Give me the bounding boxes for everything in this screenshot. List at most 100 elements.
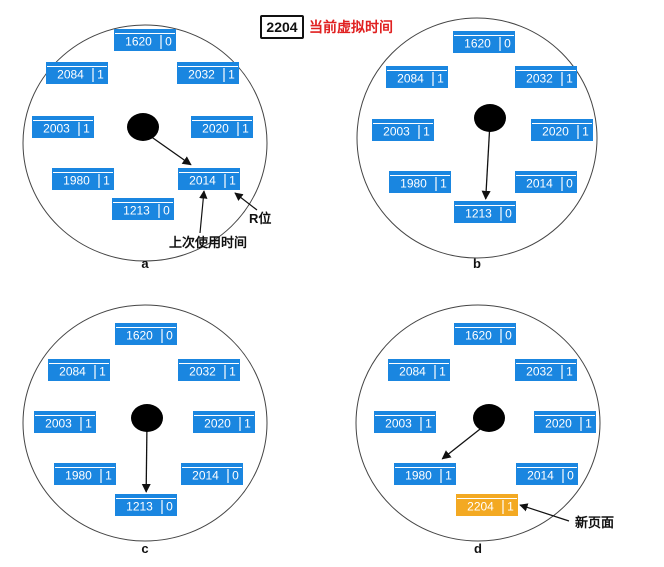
page-time: 2032 [189, 365, 216, 379]
clock-hand [141, 421, 151, 493]
page-r-bit: 0 [505, 329, 512, 343]
page-time: 2020 [204, 417, 231, 431]
page-frame: 1213 0 [112, 198, 174, 220]
page-time: 2084 [397, 72, 424, 86]
page-frame: 2020 1 [531, 119, 593, 141]
page-r-bit: 1 [423, 125, 430, 139]
page-r-bit: 1 [97, 68, 104, 82]
page-r-bit: 1 [437, 72, 444, 86]
clock-circle [22, 24, 268, 262]
page-time: 2003 [43, 122, 70, 136]
page-r-bit: 1 [445, 469, 452, 483]
panel-caption: a [141, 256, 149, 271]
page-frame: 2084 1 [388, 359, 450, 381]
page-time: 1980 [405, 469, 432, 483]
page-r-bit: 0 [566, 177, 573, 191]
page-time: 2032 [526, 72, 553, 86]
panel-caption: d [474, 541, 482, 556]
page-frame: 2020 1 [534, 411, 596, 433]
page-r-bit: 1 [507, 500, 514, 514]
page-frame: 2084 1 [48, 359, 110, 381]
page-r-bit: 1 [229, 174, 236, 188]
page-time: 2003 [45, 417, 72, 431]
page-frame: 2003 1 [372, 119, 434, 141]
page-frame: 1980 1 [54, 463, 116, 485]
page-time: 2014 [192, 469, 219, 483]
page-r-bit: 0 [163, 204, 170, 218]
page-frame: 1980 1 [394, 463, 456, 485]
page-time: 1213 [126, 500, 153, 514]
page-time: 2020 [545, 417, 572, 431]
page-frame: 2014 0 [516, 463, 578, 485]
page-frame: 1213 0 [454, 201, 516, 223]
page-time: 1620 [125, 35, 152, 49]
page-r-bit: 1 [244, 417, 251, 431]
page-r-bit: 1 [440, 177, 447, 191]
page-time: 2084 [57, 68, 84, 82]
clock-hub [474, 104, 506, 132]
page-time: 2032 [526, 365, 553, 379]
page-time: 2020 [202, 122, 229, 136]
page-frame: 2032 1 [515, 359, 577, 381]
clock-diagram: 1620 02032 12020 12014 11213 01980 12003 12084 1… [22, 17, 614, 556]
page-frame: 2020 1 [193, 411, 255, 433]
page-frame: 2084 1 [386, 66, 448, 88]
page-r-bit: 0 [166, 329, 173, 343]
page-time: 2020 [542, 125, 569, 139]
page-frame: 2020 1 [191, 116, 253, 138]
page-frame: 1980 1 [389, 171, 451, 193]
page-time: 1620 [465, 329, 492, 343]
page-frame: 2003 1 [34, 411, 96, 433]
page-frame: 1620 0 [115, 323, 177, 345]
page-time: 2204 [467, 500, 494, 514]
page-r-bit: 1 [585, 417, 592, 431]
panel-caption: c [141, 541, 148, 556]
page-r-bit: 0 [166, 500, 173, 514]
page-frame: 2003 1 [374, 411, 436, 433]
page-frame: 2032 1 [515, 66, 577, 88]
page-frame: 2084 1 [46, 62, 108, 84]
page-frame: 2014 0 [181, 463, 243, 485]
page-time: 1980 [400, 177, 427, 191]
page-frame: 2003 1 [32, 116, 94, 138]
panel-b: 1620 0 2032 1 2020 1 2014 0 1213 0 1980 1 2003 1 2084 1… [356, 17, 598, 271]
page-frame: 2014 0 [515, 171, 577, 193]
page-r-bit: 1 [566, 365, 573, 379]
page-r-bit: 1 [566, 72, 573, 86]
page-time: 2084 [399, 365, 426, 379]
page-frame: 1620 0 [453, 31, 515, 53]
page-time: 2003 [385, 417, 412, 431]
page-r-bit: 1 [105, 469, 112, 483]
page-time: 2014 [526, 177, 553, 191]
new-page-frame: 2204 1 [456, 494, 518, 516]
page-frame: 2032 1 [177, 62, 239, 84]
page-time: 2032 [188, 68, 215, 82]
page-r-bit: 1 [229, 365, 236, 379]
page-r-bit: 1 [582, 125, 589, 139]
page-frame: 1620 0 [114, 29, 176, 51]
annotation-label: 上次使用时间 [169, 235, 247, 250]
page-r-bit: 0 [505, 207, 512, 221]
page-frame: 1620 0 [454, 323, 516, 345]
page-time: 2014 [189, 174, 216, 188]
annotation-label: R位 [249, 211, 271, 226]
page-r-bit: 1 [85, 417, 92, 431]
panel-caption: b [473, 256, 481, 271]
annotation-label: 新页面 [575, 515, 614, 530]
page-frame: 2014 1 [178, 168, 240, 190]
page-r-bit: 1 [83, 122, 90, 136]
page-r-bit: 0 [232, 469, 239, 483]
page-frame: 1213 0 [115, 494, 177, 516]
page-r-bit: 1 [439, 365, 446, 379]
page-r-bit: 0 [165, 35, 172, 49]
panel-c: 1620 0 2032 1 2020 1 2014 0 1213 0 1980 1 2003 1 2084 1… [22, 304, 268, 556]
page-r-bit: 1 [99, 365, 106, 379]
page-r-bit: 0 [504, 37, 511, 51]
panel-d: 1620 0 2032 1 2020 1 2014 0 2204 1 1980 1 2003 1 2084 1… [355, 304, 614, 556]
page-time: 2084 [59, 365, 86, 379]
page-time: 1213 [465, 207, 492, 221]
page-frame: 1980 1 [52, 168, 114, 190]
page-time: 1980 [65, 469, 92, 483]
page-r-bit: 1 [242, 122, 249, 136]
clock-hub [473, 404, 505, 432]
